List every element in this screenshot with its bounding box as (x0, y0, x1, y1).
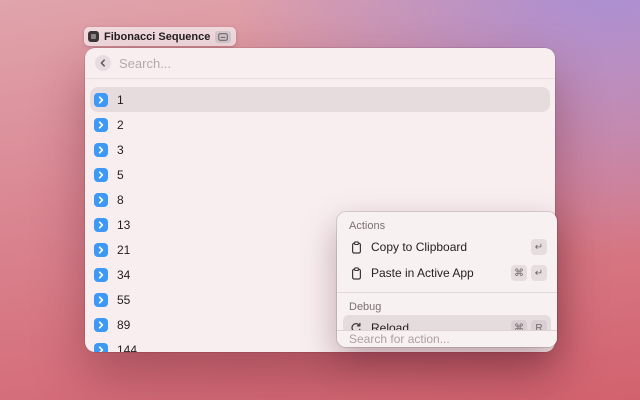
list-item-label: 13 (117, 218, 130, 232)
list-item-label: 144 (117, 343, 137, 352)
search-input[interactable]: Search... (119, 56, 171, 71)
run-command-icon (94, 193, 108, 207)
list-item-label: 8 (117, 193, 124, 207)
run-command-icon (94, 93, 108, 107)
back-button[interactable] (95, 55, 111, 71)
list-item-label: 21 (117, 243, 130, 257)
run-command-icon (94, 243, 108, 257)
action-search-bar: Search for action... (337, 330, 557, 347)
pill-title: Fibonacci Sequence (104, 31, 210, 43)
run-command-icon (94, 318, 108, 332)
section-header-actions: Actions (337, 212, 557, 234)
action-label: Paste in Active App (371, 266, 507, 280)
running-command-pill[interactable]: Fibonacci Sequence (84, 27, 236, 46)
chevron-left-icon (99, 59, 107, 67)
list-item-label: 2 (117, 118, 124, 132)
clipboard-icon (349, 241, 363, 254)
list-item-label: 1 (117, 93, 124, 107)
run-command-icon (94, 168, 108, 182)
actions-panel: Actions Copy to Clipboard ↵ Paste in Act… (337, 212, 557, 347)
list-item-label: 89 (117, 318, 130, 332)
list-item[interactable]: 1 (90, 87, 550, 112)
tray-icon[interactable] (215, 31, 231, 43)
list-item[interactable]: 2 (90, 112, 550, 137)
clipboard-icon (349, 267, 363, 280)
action-copy-to-clipboard[interactable]: Copy to Clipboard ↵ (343, 234, 551, 260)
run-command-icon (94, 343, 108, 352)
list-item-label: 5 (117, 168, 124, 182)
run-command-icon (94, 218, 108, 232)
list-item-label: 55 (117, 293, 130, 307)
list-item-label: 34 (117, 268, 130, 282)
list-item[interactable]: 8 (90, 187, 550, 212)
run-command-icon (94, 118, 108, 132)
action-paste-in-active-app[interactable]: Paste in Active App ⌘ ↵ (343, 260, 551, 286)
run-command-icon (94, 268, 108, 282)
key-return: ↵ (531, 239, 547, 255)
section-header-debug: Debug (337, 293, 557, 315)
list-item[interactable]: 3 (90, 137, 550, 162)
key-command: ⌘ (511, 265, 527, 281)
action-search-input[interactable]: Search for action... (349, 332, 450, 346)
run-command-icon (94, 143, 108, 157)
action-label: Copy to Clipboard (371, 240, 527, 254)
run-command-icon (94, 293, 108, 307)
list-item[interactable]: 5 (90, 162, 550, 187)
extension-icon (88, 31, 99, 42)
search-bar: Search... (85, 48, 555, 79)
desktop-wallpaper: Fibonacci Sequence Search... 1 2 3 (0, 0, 640, 400)
list-item-label: 3 (117, 143, 124, 157)
key-return: ↵ (531, 265, 547, 281)
